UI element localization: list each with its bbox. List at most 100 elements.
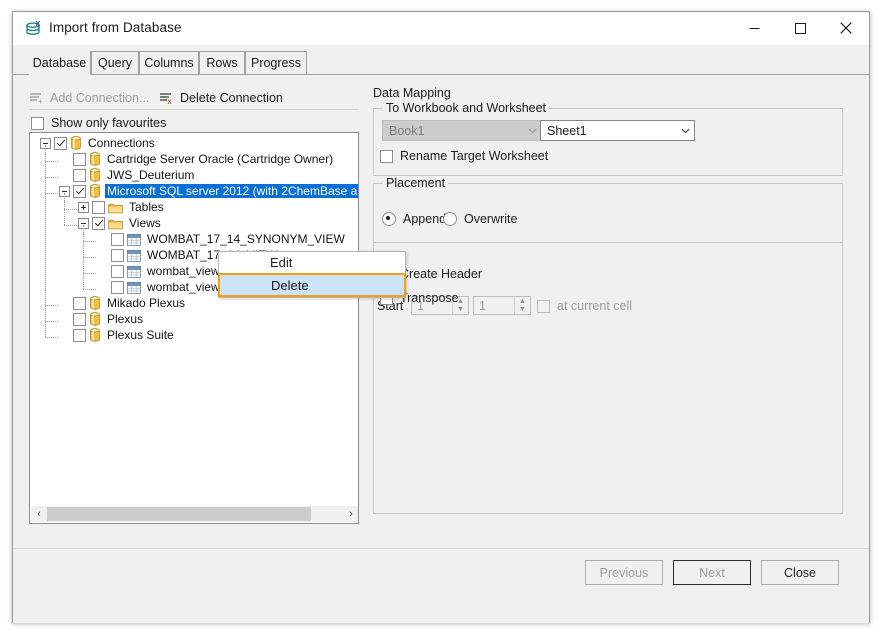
tab-label: Columns (144, 56, 193, 70)
tree-node-checkbox[interactable] (73, 297, 86, 310)
tree-leaf-spacer (97, 234, 108, 245)
tree-node[interactable]: Plexus Suite (30, 327, 358, 343)
tree-node[interactable]: JWS_Deuterium (30, 167, 358, 183)
previous-button[interactable]: Previous (585, 560, 663, 585)
tree-leaf-spacer (97, 282, 108, 293)
tree-connector (64, 209, 77, 210)
workbook-worksheet-group: To Workbook and Worksheet (373, 108, 843, 176)
delete-connection-button[interactable]: x Delete Connection (159, 87, 283, 109)
tree-node-checkbox[interactable] (73, 169, 86, 182)
tree-leaf-spacer (59, 170, 70, 181)
tree-node-checkbox[interactable] (111, 265, 124, 278)
context-menu-label: Delete (271, 278, 309, 293)
tree-node-checkbox[interactable] (54, 137, 67, 150)
close-button[interactable]: Close (761, 560, 839, 585)
tree-connector (83, 289, 96, 290)
tree-leaf-spacer (59, 298, 70, 309)
connection-context-menu[interactable]: Edit Delete (218, 251, 406, 298)
tree-node[interactable]: Tables (30, 199, 358, 215)
tree-node[interactable]: WOMBAT_17_14_SYNONYM_VIEW (30, 231, 358, 247)
rename-target-worksheet-checkbox[interactable]: Rename Target Worksheet (380, 148, 548, 164)
stepper-down[interactable]: ▼ (453, 306, 468, 315)
start-col-stepper[interactable]: 1 ▲▼ (473, 296, 531, 315)
placement-group-title: Placement (383, 176, 448, 190)
tree-node-list: ConnectionsCartridge Server Oracle (Cart… (30, 135, 358, 343)
database-icon (70, 136, 82, 150)
tab-progress[interactable]: Progress (245, 51, 307, 75)
show-only-favourites-label: Show only favourites (51, 116, 166, 130)
transpose-label: Transpose (400, 291, 459, 305)
next-button[interactable]: Next (673, 560, 751, 585)
window-title: Import from Database (49, 20, 182, 35)
tree-node-checkbox[interactable] (111, 281, 124, 294)
at-current-cell-checkbox[interactable]: at current cell (537, 298, 632, 314)
tree-node-checkbox[interactable] (92, 201, 105, 214)
rename-target-label: Rename Target Worksheet (400, 149, 548, 163)
close-window-button[interactable] (823, 12, 869, 44)
view-icon (127, 233, 141, 245)
title-bar: X Import from Database (13, 12, 869, 45)
tree-connector (83, 233, 84, 289)
view-icon (127, 249, 141, 261)
workbook-group-title: To Workbook and Worksheet (383, 101, 549, 115)
view-icon (127, 281, 141, 293)
context-menu-item-edit[interactable]: Edit (219, 252, 405, 273)
context-menu-item-delete[interactable]: Delete (218, 273, 406, 297)
show-only-favourites-checkbox[interactable]: Show only favourites (31, 114, 166, 132)
tree-connector (45, 177, 58, 178)
tree-node[interactable]: Microsoft SQL server 2012 (with 2ChemBas… (30, 183, 358, 199)
append-radio[interactable]: Append (382, 211, 446, 227)
database-icon (89, 152, 101, 166)
expand-icon[interactable] (78, 202, 89, 213)
stepper-up[interactable]: ▲ (515, 297, 530, 306)
tree-connector (83, 241, 96, 242)
svg-text:+: + (38, 97, 43, 105)
maximize-button[interactable] (777, 12, 823, 44)
tab-query[interactable]: Query (91, 51, 139, 75)
tab-strip: Database Query Columns Rows Progress (13, 45, 869, 75)
tree-leaf-spacer (97, 250, 108, 261)
tree-node-checkbox[interactable] (73, 329, 86, 342)
tree-node-label: Plexus (105, 312, 145, 326)
add-connection-button[interactable]: + Add Connection... (29, 87, 149, 109)
tree-node[interactable]: Views (30, 215, 358, 231)
tree-node-checkbox[interactable] (73, 313, 86, 326)
scroll-left-arrow[interactable]: ‹ (31, 506, 47, 522)
tab-database[interactable]: Database (29, 51, 91, 75)
worksheet-select[interactable]: Sheet1 (540, 120, 695, 141)
tab-columns[interactable]: Columns (139, 51, 199, 75)
radio-circle (443, 212, 457, 226)
previous-label: Previous (600, 566, 649, 580)
tree-connector (45, 193, 58, 194)
tree-node-checkbox[interactable] (73, 185, 86, 198)
tree-node-checkbox[interactable] (92, 217, 105, 230)
tree-node[interactable]: Plexus (30, 311, 358, 327)
overwrite-radio[interactable]: Overwrite (443, 211, 517, 227)
connections-tree[interactable]: ConnectionsCartridge Server Oracle (Cart… (29, 132, 359, 524)
minimize-button[interactable] (731, 12, 777, 44)
tree-node-checkbox[interactable] (111, 249, 124, 262)
delete-connection-label: Delete Connection (180, 91, 283, 105)
worksheet-value: Sheet1 (547, 124, 677, 138)
tree-node[interactable]: Connections (30, 135, 358, 151)
tree-node-label: Plexus Suite (105, 328, 176, 342)
tree-node-checkbox[interactable] (73, 153, 86, 166)
database-icon (89, 312, 101, 326)
add-connection-label: Add Connection... (50, 91, 149, 105)
scrollbar-thumb[interactable] (47, 507, 311, 521)
next-label: Next (699, 566, 725, 580)
tab-label: Progress (251, 56, 301, 70)
tree-connector (64, 225, 77, 226)
view-icon (127, 265, 141, 277)
tree-node[interactable]: Cartridge Server Oracle (Cartridge Owner… (30, 151, 358, 167)
workbook-select[interactable]: Book1 (382, 120, 542, 141)
stepper-down[interactable]: ▼ (515, 306, 530, 315)
overwrite-label: Overwrite (464, 212, 517, 226)
stepper-arrows[interactable]: ▲▼ (514, 297, 530, 314)
tree-node-checkbox[interactable] (111, 233, 124, 246)
tree-leaf-spacer (59, 314, 70, 325)
scroll-right-arrow[interactable]: › (343, 506, 359, 522)
tree-horizontal-scrollbar[interactable]: ‹ › (31, 506, 359, 522)
folder-icon (108, 217, 123, 229)
tab-rows[interactable]: Rows (199, 51, 245, 75)
